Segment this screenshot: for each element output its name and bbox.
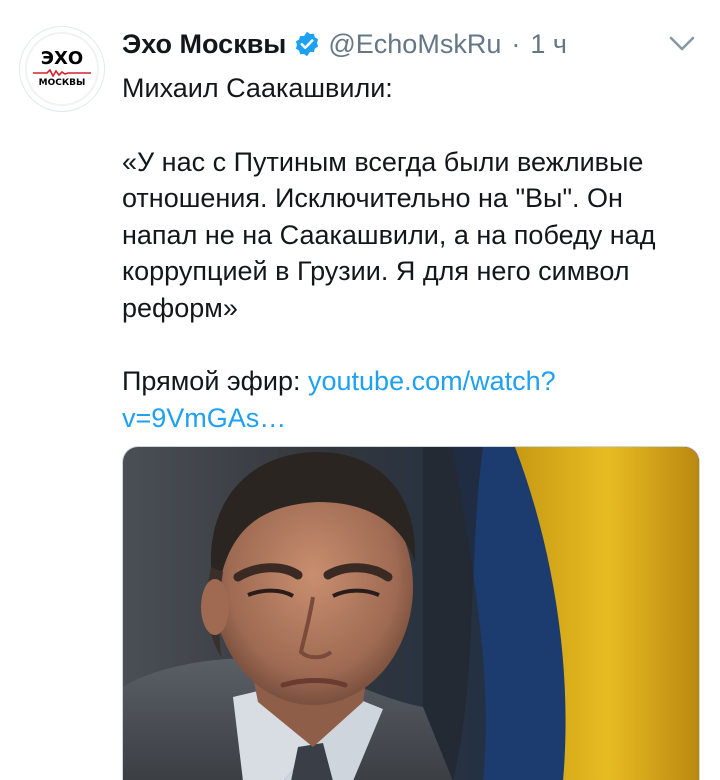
tweet[interactable]: ЭХО МОСКВЫ Эхо Москвы @EchoMskRu · 1 ч М…	[0, 0, 720, 780]
tweet-text: Михаил Саакашвили: «У нас с Путиным всег…	[122, 70, 702, 436]
verified-badge-icon	[296, 31, 319, 57]
logo-bottom-text: МОСКВЫ	[38, 78, 86, 88]
chevron-down-icon[interactable]	[664, 30, 700, 58]
tweet-text-line1: Михаил Саакашвили:	[122, 73, 393, 103]
avatar[interactable]: ЭХО МОСКВЫ	[19, 26, 105, 112]
author-handle[interactable]: @EchoMskRu	[328, 29, 501, 60]
logo-top-text: ЭХО	[40, 48, 84, 69]
live-label: Прямой эфир:	[122, 366, 308, 396]
logo-wave-icon	[33, 69, 91, 77]
timestamp[interactable]: 1 ч	[530, 29, 567, 60]
tweet-quote: «У нас с Путиным всегда были вежливые от…	[122, 146, 656, 323]
echo-moskvy-logo: ЭХО МОСКВЫ	[25, 32, 99, 106]
author-name[interactable]: Эхо Москвы	[122, 29, 286, 60]
separator-dot: ·	[511, 28, 521, 59]
tweet-header: Эхо Москвы @EchoMskRu · 1 ч	[122, 24, 567, 64]
tweet-photo[interactable]	[122, 446, 700, 780]
live-line: Прямой эфир: youtube.com/watch?v=9VmGAs…	[122, 363, 702, 436]
photo-image	[123, 447, 699, 780]
